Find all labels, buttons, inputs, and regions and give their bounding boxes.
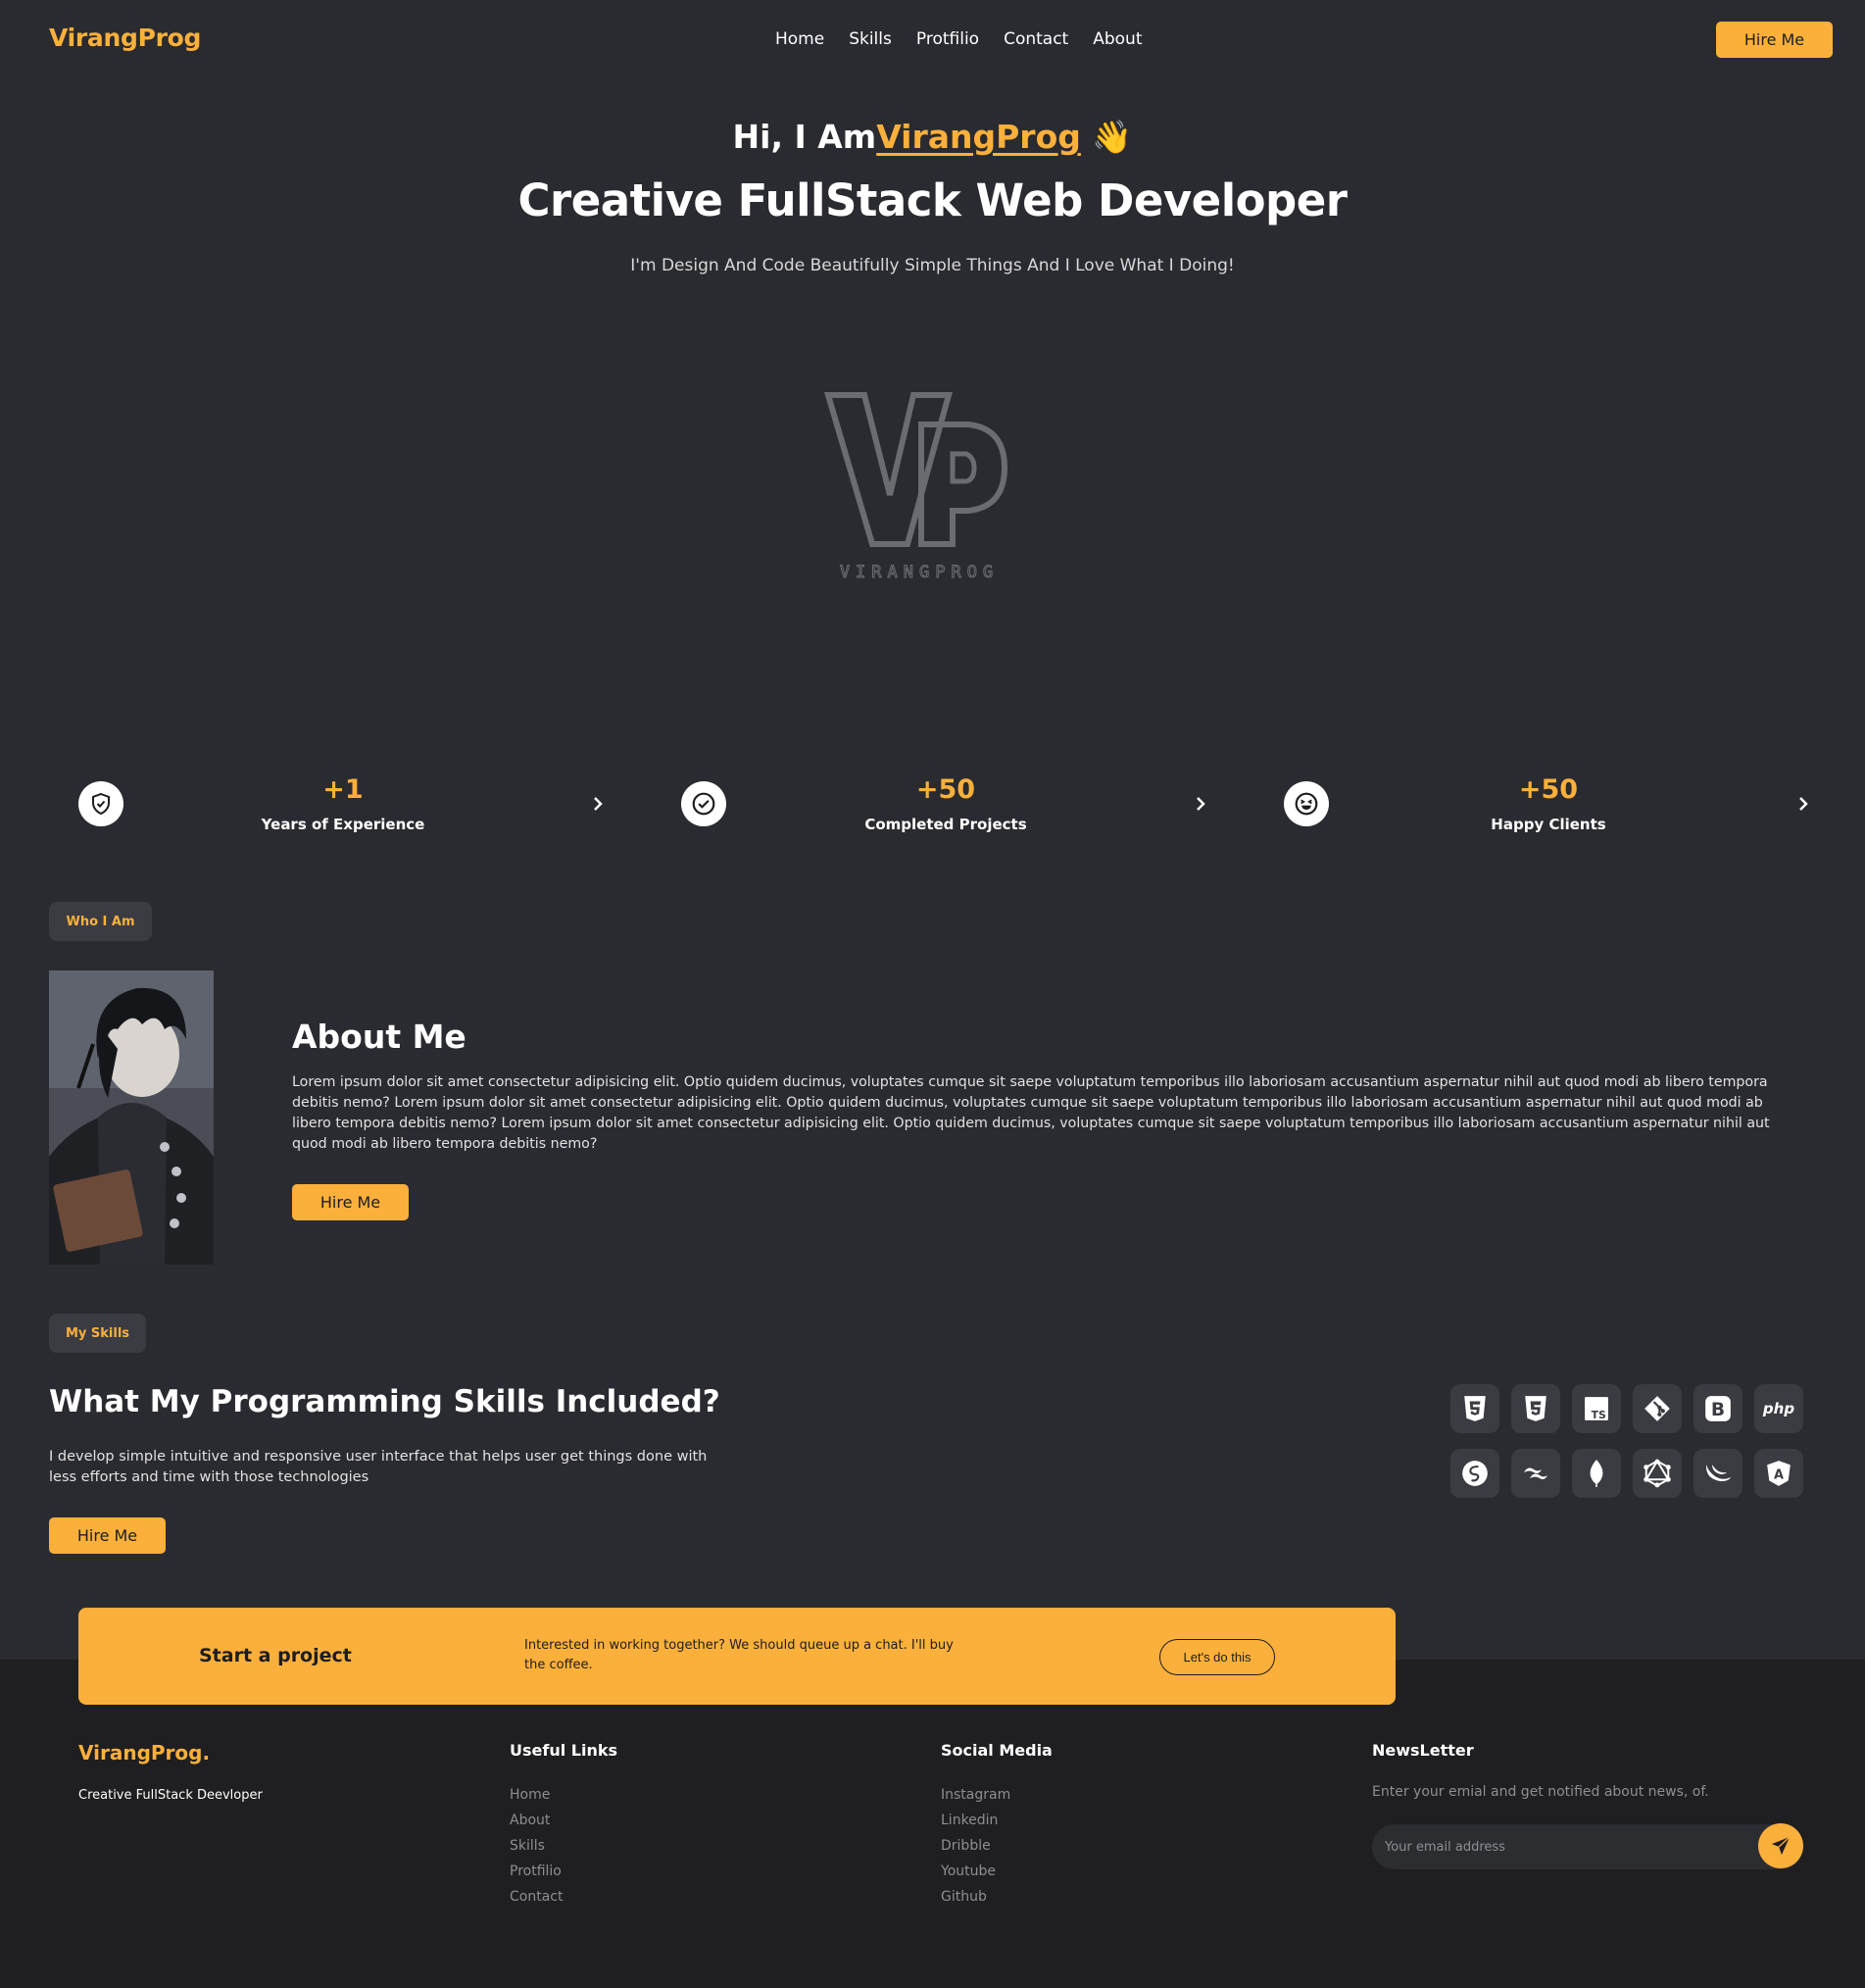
bootstrap-icon-label: B [1711,1400,1725,1420]
stat-value: +1 [322,774,364,805]
html5-icon [1450,1384,1499,1433]
hero-title: Creative FullStack Web Developer [517,174,1348,226]
who-i-am-tag: Who I Am [49,902,152,941]
avatar-image [49,970,214,1265]
stat-clients: +50 Happy Clients [1284,774,1813,838]
social-media-title: Social Media [941,1741,1053,1760]
about-title: About Me [292,1018,466,1056]
lets-do-this-button[interactable]: Let's do this [1159,1639,1275,1675]
wave-emoji-icon: 👋 [1092,118,1133,156]
about-hire-button[interactable]: Hire Me [292,1184,409,1220]
chevron-right-icon[interactable] [1191,794,1210,814]
php-icon-label: php [1762,1400,1795,1417]
nav-about[interactable]: About [1093,29,1142,49]
laughing-face-icon [1284,781,1329,826]
skills-title: What My Programming Skills Included? [49,1384,720,1419]
nav-portfolio[interactable]: Protfilio [916,29,979,49]
newsletter-title: NewsLetter [1372,1741,1474,1760]
git-icon [1633,1384,1682,1433]
footer-link-contact[interactable]: Contact [510,1888,563,1906]
social-link-youtube[interactable]: Youtube [941,1863,1010,1880]
footer-link-skills[interactable]: Skills [510,1837,563,1855]
footer-link-portfolio[interactable]: Protfilio [510,1863,563,1880]
skills-hire-button[interactable]: Hire Me [49,1517,166,1554]
stat-label: Completed Projects [864,816,1027,833]
email-input[interactable] [1385,1837,1747,1857]
footer-tagline: Creative FullStack Deevloper [78,1788,263,1803]
stat-value: +50 [915,774,976,805]
social-link-linkedin[interactable]: Linkedin [941,1812,1010,1829]
typescript-icon: TS [1572,1384,1621,1433]
css3-icon [1511,1384,1560,1433]
hero-subtitle: I'm Design And Code Beautifully Simple T… [630,256,1235,275]
chevron-right-icon[interactable] [1793,794,1813,814]
angular-icon: A [1754,1449,1803,1498]
stat-value: +50 [1518,774,1579,805]
stat-projects: +50 Completed Projects [681,774,1210,838]
top-nav: VirangProg Home Skills Protfilio Contact… [0,0,1865,80]
about-text: Lorem ipsum dolor sit amet consectetur a… [292,1074,1770,1152]
nav-skills[interactable]: Skills [849,29,892,49]
paper-plane-icon [1771,1836,1791,1856]
graphql-icon [1633,1449,1682,1498]
typescript-icon-label: TS [1592,1409,1606,1421]
vp-logo-image: VIRANGPROG [823,392,1008,583]
bootstrap-icon: B [1693,1384,1742,1433]
my-skills-tag: My Skills [49,1314,146,1353]
newsletter-text: Enter your emial and get notified about … [1372,1784,1709,1800]
stat-experience: +1 Years of Experience [78,774,608,838]
stat-label: Happy Clients [1491,816,1606,833]
nav-home[interactable]: Home [775,29,824,49]
angular-icon-label: A [1774,1467,1784,1482]
social-link-dribble[interactable]: Dribble [941,1837,1010,1855]
nav-hire-button[interactable]: Hire Me [1716,22,1833,58]
hero-greeting-text: Hi, I Am [732,118,877,156]
stat-label: Years of Experience [261,816,425,833]
send-button[interactable] [1758,1823,1803,1868]
nav-menu: Home Skills Protfilio Contact About [775,29,1142,49]
jquery-icon [1693,1449,1742,1498]
skill-icons-grid: TS B php A [1450,1384,1803,1498]
social-link-github[interactable]: Github [941,1888,1010,1906]
footer-brand: VirangProg. [78,1741,211,1764]
cta-banner: Start a project Interested in working to… [78,1608,1396,1705]
cta-text: Interested in working together? We shoul… [524,1638,954,1672]
useful-links-title: Useful Links [510,1741,618,1760]
php-icon: php [1754,1384,1803,1433]
footer-link-home[interactable]: Home [510,1786,563,1804]
sass-icon [1450,1449,1499,1498]
nav-contact[interactable]: Contact [1004,29,1068,49]
social-links-list: Instagram Linkedin Dribble Youtube Githu… [941,1786,1010,1906]
newsletter-form [1372,1824,1803,1869]
mongodb-icon [1572,1449,1621,1498]
social-link-instagram[interactable]: Instagram [941,1786,1010,1804]
chevron-right-icon[interactable] [588,794,608,814]
skills-text: I develop simple intuitive and responsiv… [49,1449,708,1485]
hero-greeting: Hi, I AmVirangProg 👋 [0,118,1865,157]
check-circle-icon [681,781,726,826]
brand-logo[interactable]: VirangProg [49,24,201,52]
useful-links-list: Home About Skills Protfilio Contact [510,1786,563,1906]
cta-title: Start a project [199,1645,352,1666]
shield-check-icon [78,781,123,826]
hero-name: VirangProg [876,118,1081,156]
footer-link-about[interactable]: About [510,1812,563,1829]
vp-logo-wordmark: VIRANGPROG [840,563,999,582]
tailwind-icon [1511,1449,1560,1498]
